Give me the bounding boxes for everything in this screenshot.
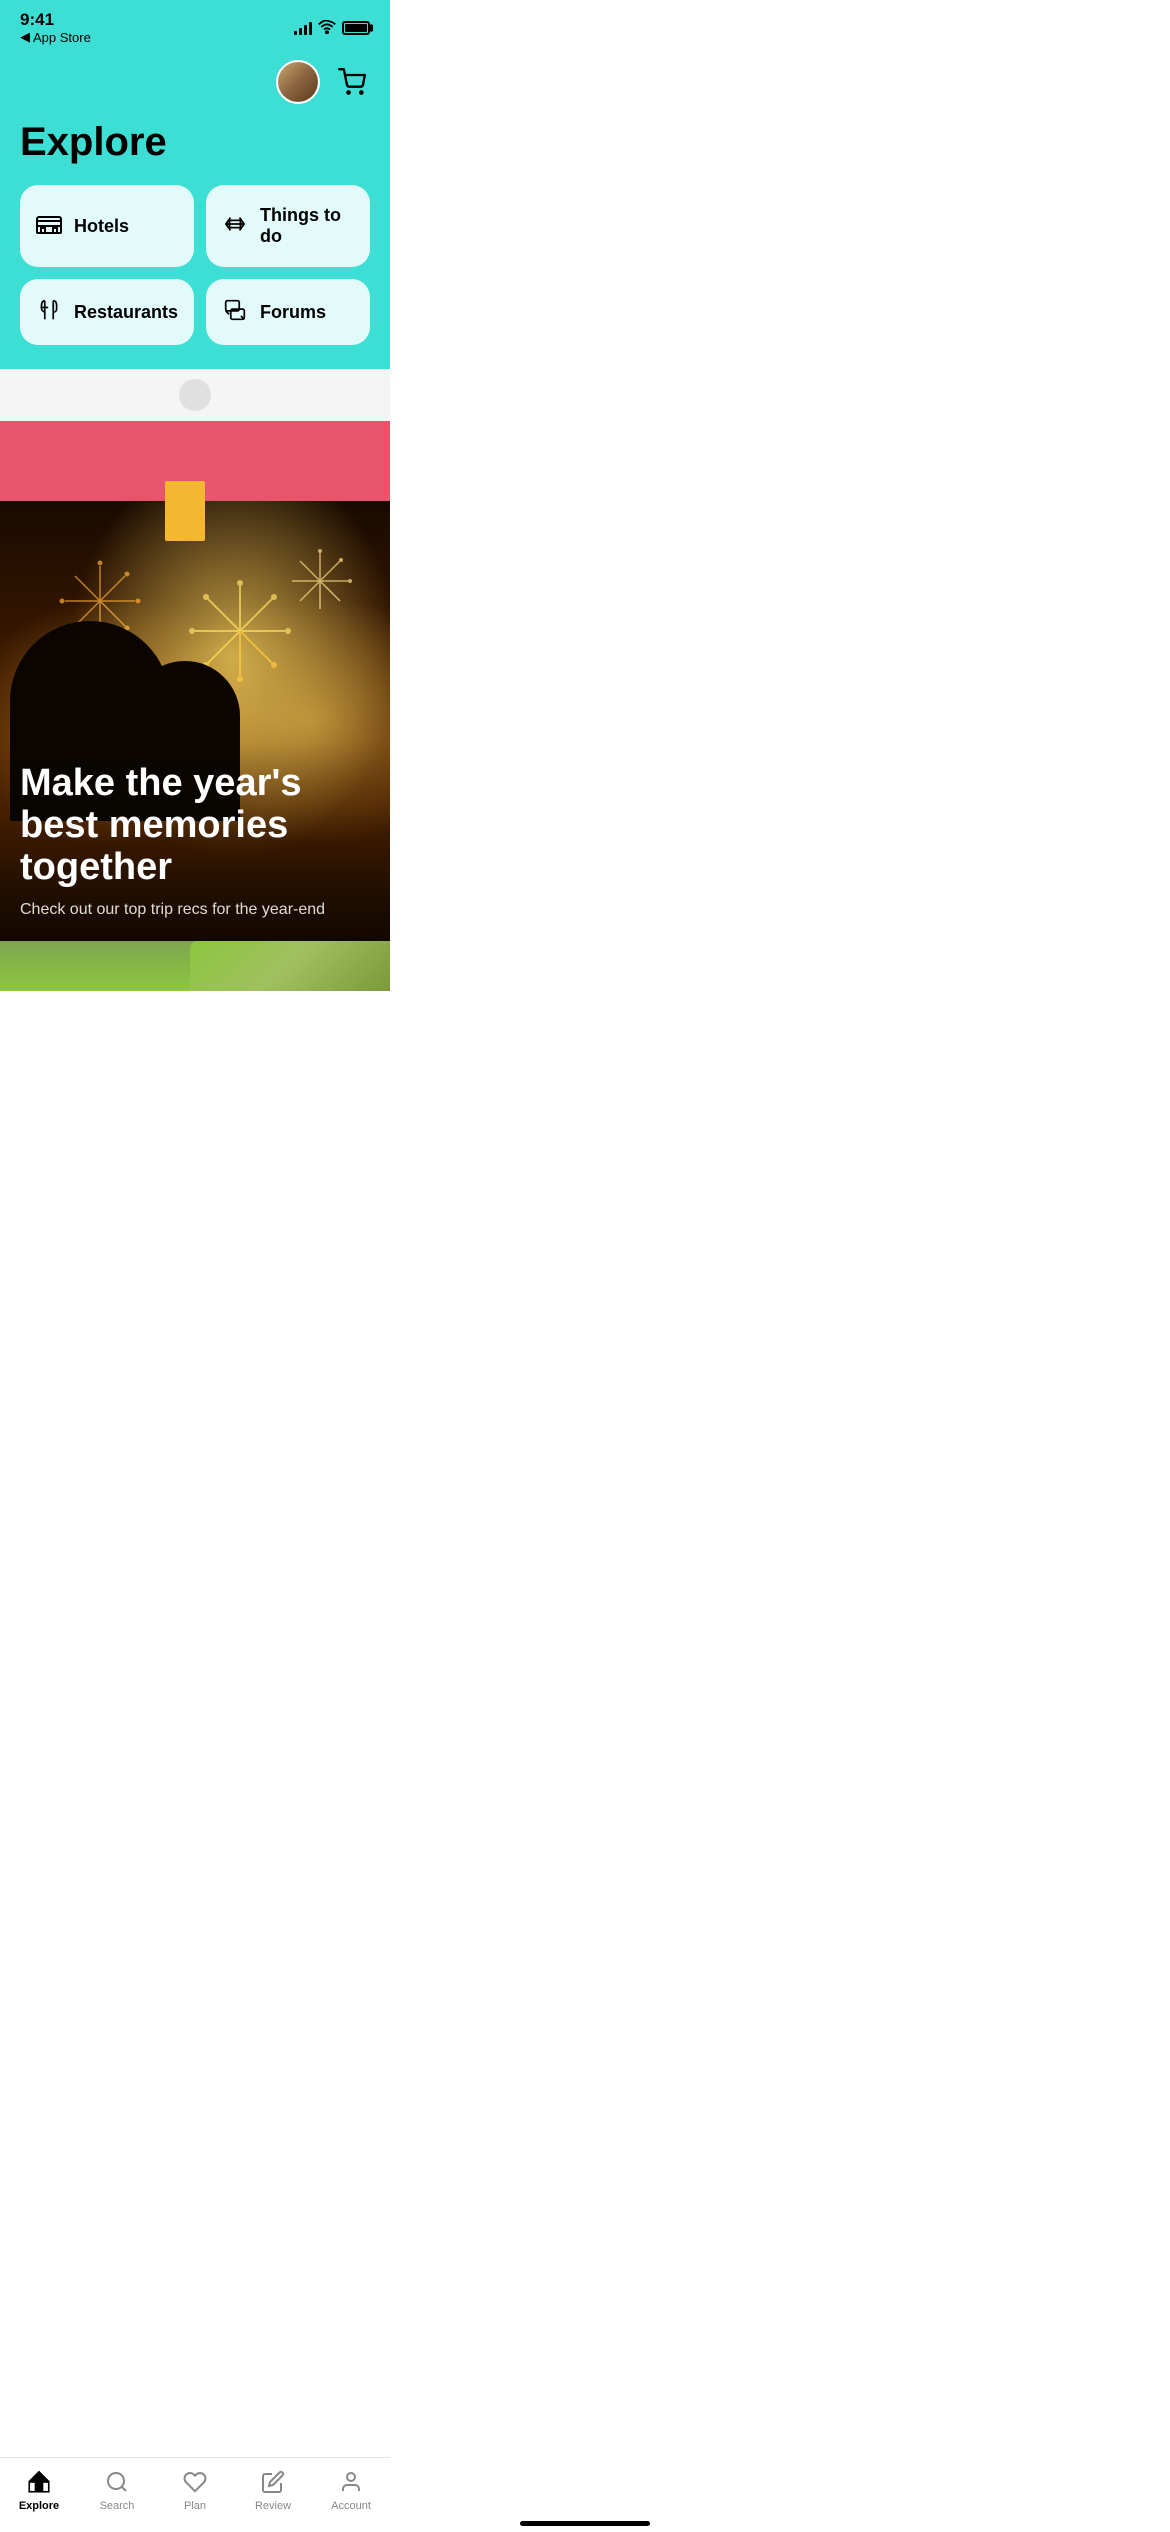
home-icon bbox=[26, 2469, 52, 2495]
strip-decoration bbox=[190, 941, 390, 991]
status-bar: 9:41 ◀ App Store bbox=[0, 0, 390, 50]
restaurants-button[interactable]: Restaurants bbox=[20, 279, 194, 345]
battery-icon bbox=[342, 21, 370, 35]
things-to-do-icon bbox=[222, 214, 248, 238]
restaurants-icon bbox=[36, 299, 62, 325]
forums-label: Forums bbox=[260, 302, 326, 323]
heart-icon bbox=[183, 2470, 207, 2494]
hero-section: Make the year's best memories together C… bbox=[0, 421, 390, 941]
page-title: Explore bbox=[20, 120, 370, 165]
nav-explore[interactable]: Explore bbox=[0, 2468, 78, 2512]
nav-plan[interactable]: Plan bbox=[156, 2468, 234, 2512]
yellow-accent-decoration bbox=[165, 481, 205, 541]
review-nav-icon bbox=[259, 2468, 287, 2496]
hotels-label: Hotels bbox=[74, 216, 129, 237]
things-to-do-button[interactable]: Things to do bbox=[206, 185, 370, 267]
status-appstore: ◀ App Store bbox=[20, 29, 91, 45]
status-icons bbox=[294, 20, 370, 37]
status-time: 9:41 bbox=[20, 11, 54, 30]
scroll-indicator bbox=[0, 369, 390, 421]
nav-account[interactable]: Account bbox=[312, 2468, 390, 2512]
category-grid: Hotels Things to do bbox=[20, 185, 370, 345]
account-nav-icon bbox=[337, 2468, 365, 2496]
scroll-dot bbox=[179, 379, 211, 411]
hotels-button[interactable]: Hotels bbox=[20, 185, 194, 267]
signal-icon bbox=[294, 21, 312, 35]
hotels-icon bbox=[36, 214, 62, 238]
header-section: Explore Hotels bbox=[0, 50, 390, 369]
plan-nav-label: Plan bbox=[184, 2500, 206, 2512]
cart-icon bbox=[338, 68, 366, 96]
hero-overlay: Make the year's best memories together C… bbox=[0, 743, 390, 941]
account-nav-label: Account bbox=[331, 2500, 371, 2512]
pencil-icon bbox=[261, 2470, 285, 2494]
forums-button[interactable]: Forums bbox=[206, 279, 370, 345]
back-arrow-icon: ◀ bbox=[20, 29, 30, 45]
cart-button[interactable] bbox=[334, 64, 370, 100]
home-indicator bbox=[520, 2521, 650, 2526]
hero-headline: Make the year's best memories together bbox=[20, 763, 370, 888]
things-to-do-label: Things to do bbox=[260, 205, 354, 247]
nav-review[interactable]: Review bbox=[234, 2468, 312, 2512]
review-nav-label: Review bbox=[255, 2500, 291, 2512]
bottom-navigation: Explore Search Plan Review bbox=[0, 2457, 390, 2532]
forums-icon bbox=[222, 299, 248, 325]
hero-subtext: Check out our top trip recs for the year… bbox=[20, 899, 370, 921]
bottom-strip bbox=[0, 941, 390, 991]
plan-nav-icon bbox=[181, 2468, 209, 2496]
search-icon bbox=[105, 2470, 129, 2494]
nav-search[interactable]: Search bbox=[78, 2468, 156, 2512]
user-icon bbox=[339, 2470, 363, 2494]
search-nav-label: Search bbox=[100, 2500, 135, 2512]
header-top-row bbox=[20, 50, 370, 120]
explore-nav-icon bbox=[25, 2468, 53, 2496]
wifi-icon bbox=[318, 20, 336, 37]
restaurants-label: Restaurants bbox=[74, 302, 178, 323]
avatar[interactable] bbox=[276, 60, 320, 104]
explore-nav-label: Explore bbox=[19, 2500, 59, 2512]
search-nav-icon bbox=[103, 2468, 131, 2496]
